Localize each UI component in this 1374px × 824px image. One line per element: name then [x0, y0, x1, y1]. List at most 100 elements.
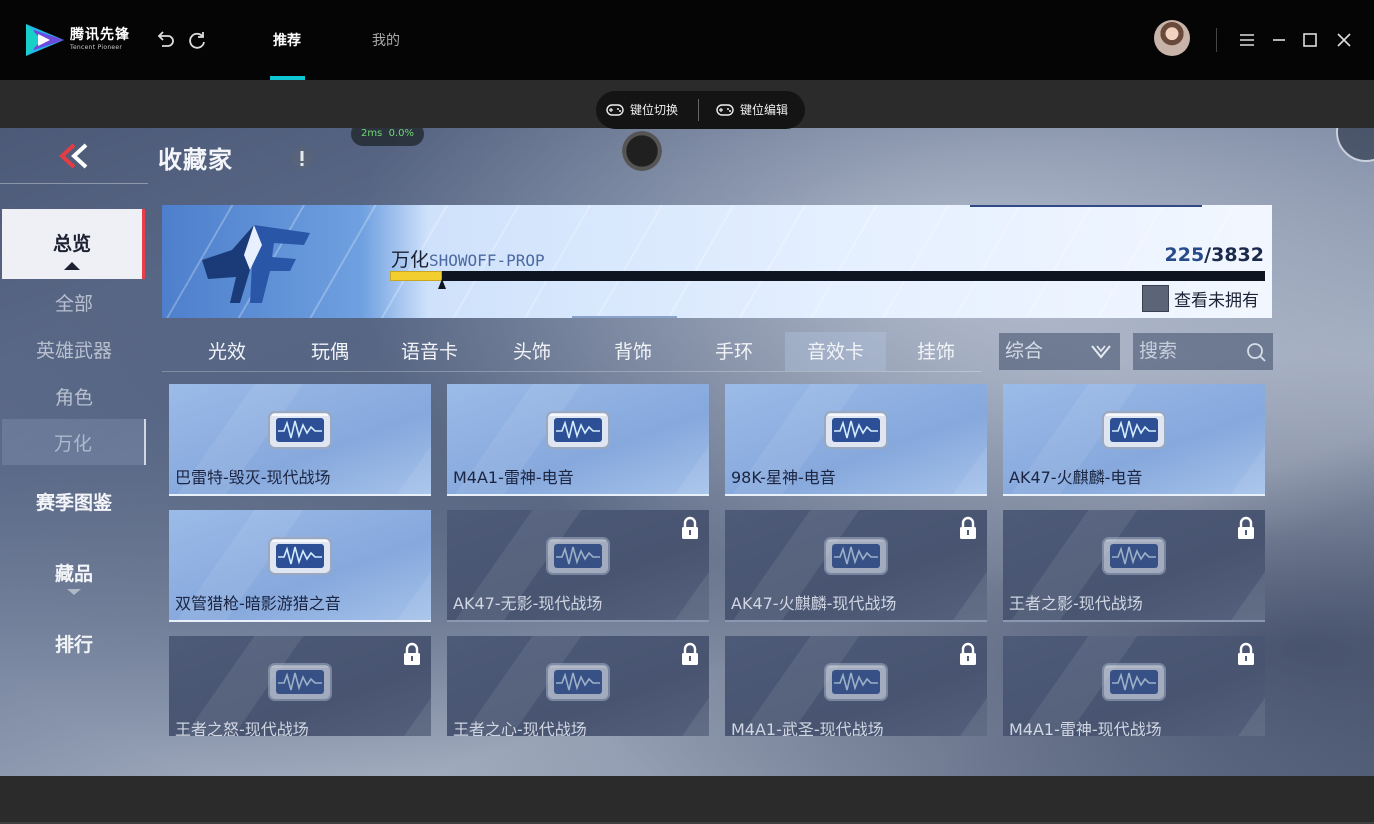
search-input[interactable]: 搜索 — [1133, 333, 1273, 370]
sidebar-item-characters[interactable]: 角色 — [0, 383, 148, 410]
close-icon[interactable] — [1334, 30, 1354, 50]
titlebar-divider — [1216, 28, 1217, 52]
total-count: /3832 — [1204, 244, 1264, 266]
tab-recommend[interactable]: 推荐 — [273, 30, 301, 50]
key-edit-label: 键位编辑 — [740, 103, 789, 117]
collection-category-label: 万化SHOWOFF-PROP — [391, 245, 545, 272]
tab-dolls[interactable]: 玩偶 — [275, 332, 385, 371]
sound-card-item[interactable]: M4A1-武圣-现代战场 — [725, 636, 987, 736]
sound-card-label: M4A1-雷神-电音 — [453, 468, 574, 487]
packet-loss-value: 0.0% — [388, 128, 415, 139]
lock-icon — [1238, 642, 1254, 665]
search-icon[interactable] — [1245, 341, 1267, 363]
menu-icon[interactable] — [1237, 30, 1257, 50]
sound-card-item[interactable]: M4A1-雷神-现代战场 — [1003, 636, 1265, 736]
tab-headwear[interactable]: 头饰 — [480, 332, 584, 371]
banner-bottom-line — [572, 316, 677, 318]
tab-backwear[interactable]: 背饰 — [582, 332, 684, 371]
tab-sound-cards[interactable]: 音效卡 — [785, 332, 886, 371]
lock-icon — [960, 516, 976, 539]
user-avatar[interactable] — [1154, 20, 1190, 56]
sound-card-label: AK47-火麒麟-电音 — [1009, 468, 1143, 487]
refresh-icon[interactable] — [186, 29, 208, 51]
lock-icon — [1238, 516, 1254, 539]
sound-card-icon — [546, 411, 610, 449]
checkbox-box[interactable] — [1142, 285, 1169, 312]
sound-card-icon — [824, 537, 888, 575]
sound-card-item[interactable]: M4A1-雷神-电音 — [447, 384, 709, 496]
tab-light-effects[interactable]: 光效 — [162, 332, 292, 371]
sound-card-icon — [824, 411, 888, 449]
sound-card-icon — [546, 663, 610, 701]
undo-icon[interactable] — [154, 29, 176, 51]
sound-card-item[interactable]: 巴雷特-毁灭-现代战场 — [169, 384, 431, 496]
page-title: 收藏家 — [158, 146, 233, 174]
sound-card-label: M4A1-武圣-现代战场 — [731, 720, 884, 736]
lock-icon — [960, 642, 976, 665]
sound-card-label: AK47-火麒麟-现代战场 — [731, 594, 897, 613]
sound-card-item[interactable]: AK47-火麒麟-现代战场 — [725, 510, 987, 622]
network-status-badge: 2ms 0.0% — [351, 128, 424, 146]
brand-name: 腾讯先锋 — [70, 27, 130, 43]
sound-card-label: 98K-星神-电音 — [731, 468, 836, 487]
tab-pendants[interactable]: 挂饰 — [917, 332, 982, 371]
maximize-icon[interactable] — [1300, 30, 1320, 50]
sound-card-item[interactable]: AK47-无影-现代战场 — [447, 510, 709, 622]
sound-card-icon — [268, 411, 332, 449]
sidebar-item-wanhua[interactable]: 万化 — [2, 419, 146, 465]
sound-card-item[interactable]: 王者之影-现代战场 — [1003, 510, 1265, 622]
sound-card-item[interactable]: 王者之心-现代战场 — [447, 636, 709, 736]
sidebar-item-label: 总览 — [52, 233, 91, 255]
sound-card-item[interactable]: 98K-星神-电音 — [725, 384, 987, 496]
search-placeholder: 搜索 — [1139, 340, 1178, 362]
tencent-pioneer-logo-icon — [26, 24, 64, 56]
sound-card-item[interactable]: 王者之怒-现代战场 — [169, 636, 431, 736]
collection-progress-bar — [390, 271, 1265, 281]
floating-joystick-button[interactable] — [622, 131, 662, 171]
edge-settings-button[interactable] — [1336, 128, 1374, 162]
gamepad-edit-icon — [716, 103, 734, 116]
title-bar: 腾讯先锋 Tencent Pioneer 推荐 我的 — [0, 0, 1374, 80]
category-name-cn: 万化 — [391, 249, 430, 271]
progress-marker-icon — [437, 279, 446, 289]
sidebar-item-ranking[interactable]: 排行 — [0, 630, 148, 657]
sidebar-item-overview[interactable]: 总览 — [2, 209, 145, 279]
sidebar-item-collectibles[interactable]: 藏品 — [0, 559, 148, 595]
sidebar-item-hero-weapons[interactable]: 英雄武器 — [0, 336, 148, 363]
info-icon[interactable] — [288, 144, 316, 172]
caret-up-icon — [64, 262, 80, 270]
ping-value: 2ms — [360, 128, 383, 139]
sound-card-icon — [1102, 663, 1166, 701]
sound-card-icon — [268, 663, 332, 701]
sound-card-label: 双管猎枪-暗影游猎之音 — [175, 594, 341, 613]
sidebar-item-season-atlas[interactable]: 赛季图鉴 — [0, 488, 148, 515]
show-unowned-checkbox[interactable]: 查看未拥有 — [1142, 285, 1259, 312]
sound-card-icon — [1102, 537, 1166, 575]
key-edit-button[interactable]: 键位编辑 — [716, 101, 788, 118]
sidebar-top-divider — [0, 183, 148, 184]
minimize-icon[interactable] — [1269, 30, 1289, 50]
crossfire-cf-logo-icon — [202, 225, 310, 303]
caret-down-icon — [67, 589, 81, 595]
key-mapping-pill: 键位切换 键位编辑 — [596, 91, 805, 129]
sort-dropdown[interactable]: 综合 — [999, 333, 1120, 370]
sound-card-item[interactable]: AK47-火麒麟-电音 — [1003, 384, 1265, 496]
sound-card-item[interactable]: 双管猎枪-暗影游猎之音 — [169, 510, 431, 622]
chevron-down-icon — [1091, 345, 1111, 359]
key-switch-button[interactable]: 键位切换 — [606, 101, 678, 118]
banner-top-line — [970, 205, 1202, 207]
tab-bracelets[interactable]: 手环 — [684, 332, 784, 371]
show-unowned-label: 查看未拥有 — [1174, 291, 1259, 311]
sidebar-item-all[interactable]: 全部 — [0, 289, 148, 316]
sound-card-label: 巴雷特-毁灭-现代战场 — [175, 468, 331, 487]
sound-card-icon — [1102, 411, 1166, 449]
sound-card-label: 王者之影-现代战场 — [1009, 594, 1143, 613]
sound-card-icon — [824, 663, 888, 701]
sound-card-grid: 巴雷特-毁灭-现代战场 M4A1-雷神-电音 98K-星神-电音 AK47-火麒麟-电… — [162, 384, 1272, 736]
game-viewport: 收藏家 2ms 0.0% 总览 全部 英雄武器 角色 万化 赛季图鉴 藏品 排行… — [0, 128, 1374, 776]
sound-card-icon — [268, 537, 332, 575]
tab-mine[interactable]: 我的 — [372, 30, 400, 50]
app-window: 腾讯先锋 Tencent Pioneer 推荐 我的 键位切换 键位编辑 收藏家… — [0, 0, 1374, 824]
tab-voice-cards[interactable]: 语音卡 — [372, 332, 487, 371]
back-chevron-icon[interactable] — [56, 142, 90, 170]
